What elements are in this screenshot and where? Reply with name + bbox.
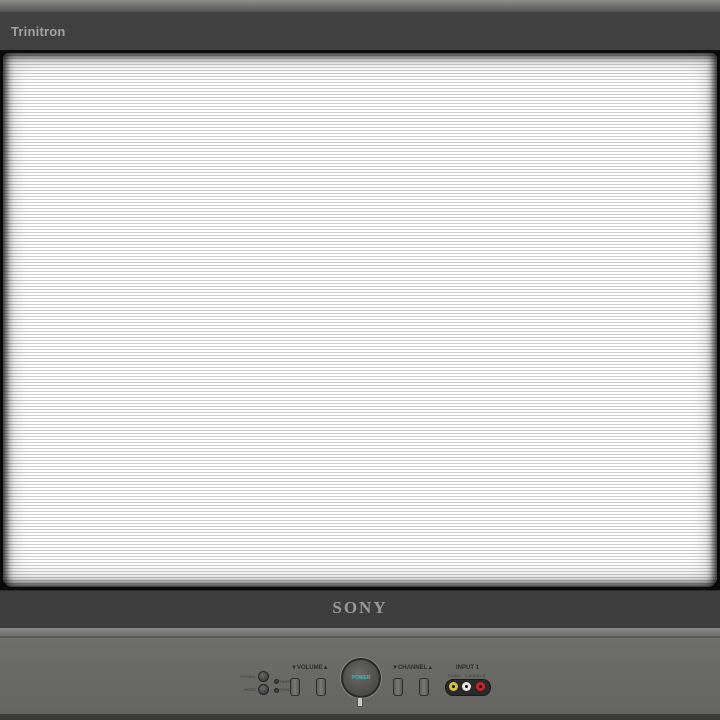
channel-up-button[interactable] bbox=[419, 678, 429, 696]
volume-up-button[interactable] bbox=[316, 678, 326, 696]
small-button-bottom[interactable] bbox=[258, 684, 269, 695]
channel-label: ▼CHANNEL▲ bbox=[392, 665, 434, 671]
power-indicator bbox=[357, 697, 363, 707]
audio-left-jack[interactable] bbox=[462, 682, 471, 691]
panel-bottom bbox=[0, 714, 720, 720]
top-rim bbox=[0, 0, 720, 12]
volume-down-button[interactable] bbox=[290, 678, 300, 696]
power-button[interactable]: POWER bbox=[341, 658, 381, 698]
small-button-top[interactable] bbox=[258, 671, 269, 682]
power-button-label: POWER bbox=[351, 675, 371, 681]
top-bezel bbox=[0, 12, 720, 50]
bottom-small-button-label: MODE bbox=[244, 687, 256, 692]
audio-right-jack[interactable] bbox=[476, 682, 485, 691]
video-jack-label: VIDEO bbox=[448, 673, 461, 678]
top-small-button-label: POWER bbox=[240, 674, 256, 679]
trinitron-label: Trinitron bbox=[11, 24, 66, 39]
panel-edge bbox=[0, 636, 720, 638]
screen-frame bbox=[0, 50, 720, 590]
crt-screen[interactable] bbox=[3, 53, 717, 587]
input-label: INPUT 1 bbox=[456, 665, 480, 671]
audio-jack-label: L-AUDIO-R bbox=[465, 673, 486, 678]
volume-label: ▼VOLUME▲ bbox=[291, 665, 329, 671]
sony-logo: SONY bbox=[332, 598, 388, 617]
video-jack[interactable] bbox=[449, 682, 458, 691]
channel-down-button[interactable] bbox=[393, 678, 403, 696]
